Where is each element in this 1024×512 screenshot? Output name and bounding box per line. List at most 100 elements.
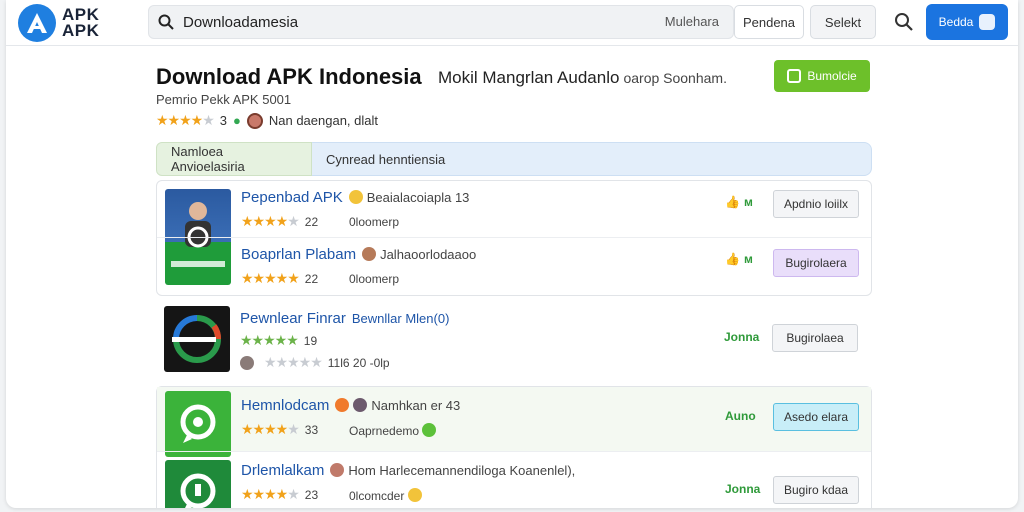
app-status: Jonna	[724, 330, 760, 344]
app-status: Jonna	[725, 482, 761, 496]
rating-text: Nan daengan, dlalt	[268, 113, 379, 128]
app-meta: Namhkan er 43	[335, 398, 460, 413]
app-window: APK APK Mulehara Pendena Selekt Bedda Do…	[6, 0, 1018, 508]
rating-count: 23	[304, 487, 319, 502]
app-action-button[interactable]: Bugirolaea	[772, 324, 858, 352]
app-subtext: Oaprnedemo	[349, 423, 440, 438]
logo[interactable]: APK APK	[18, 4, 99, 42]
rating-stars-icon: ★★★★★	[264, 354, 323, 370]
app-title[interactable]: Pepenbad APK Beaialacoiapla 13	[241, 189, 469, 206]
app-title[interactable]: Pewnlear Finrar Bewnllar Mlen(0)	[240, 310, 449, 327]
app-title[interactable]: Hemnlodcam Namhkan er 43	[241, 397, 460, 414]
app-title-text: Boaprlan Plabam	[241, 246, 357, 263]
logo-text: APK APK	[62, 6, 100, 40]
app-meta-text: Jalhaoorlodaaoo	[380, 247, 477, 262]
app-action-button[interactable]: Apdnio loiilx	[773, 190, 859, 218]
app-title[interactable]: Drlemlalkam Hom Harlecemannendiloga Koane…	[241, 462, 575, 479]
avatar	[240, 355, 254, 370]
app-meta-text: Bewnllar Mlen(0)	[351, 311, 450, 326]
app-rating: ★★★★★ 33	[241, 421, 318, 438]
app-thumbnail	[165, 460, 231, 508]
app-rating: ★★★★★ 22	[241, 270, 318, 287]
page-tagline-text: Mokil Mangrlan Audanlo	[438, 68, 620, 87]
app-meta-text: Namhkan er 43	[371, 398, 461, 413]
rating-stars-icon: ★★★★★	[156, 112, 215, 128]
list-item[interactable]: Pepenbad APK Beaialacoiapla 13 ★★★★★ 22 0l…	[157, 181, 871, 285]
app-status: 👍 ᴍ	[725, 252, 753, 266]
app-subtext: 0loomerp	[349, 215, 400, 229]
app-subtext-text: Oaprnedemo	[349, 424, 420, 438]
app-title-text: Hemnlodcam	[241, 397, 330, 414]
download-icon	[787, 69, 802, 83]
app-action-button[interactable]: Bugiro kdaa	[773, 476, 859, 504]
app-title-text: Pewnlear Finrar	[240, 310, 346, 327]
search-icon	[149, 14, 183, 30]
list-item[interactable]: Drlemlalkam Hom Harlecemannendiloga Koane…	[157, 451, 871, 508]
app-status-text: ᴍ	[743, 195, 753, 209]
top-bar: APK APK Mulehara Pendena Selekt Bedda	[6, 0, 1018, 46]
app-meta: Beaialacoiapla 13	[348, 190, 470, 205]
app-meta: Hom Harlecemannendiloga Koanenlel),	[330, 463, 575, 478]
app-group-1: Pepenbad APK Beaialacoiapla 13 ★★★★★ 22 0l…	[156, 180, 872, 296]
app-meta: Jalhaoorlodaaoo	[362, 247, 476, 262]
header-rating: ★★★★★ 3 ● Nan daengan, dlalt	[156, 112, 378, 129]
page-tagline-tail: oarop Soonham.	[623, 70, 727, 86]
app-status: Auno	[725, 409, 756, 423]
list-item[interactable]: Pewnlear Finrar Bewnllar Mlen(0) ★★★★★ 19 …	[156, 302, 872, 378]
app-rating: ★★★★★ 22	[241, 213, 318, 230]
logo-a-icon	[18, 4, 56, 42]
avatar	[330, 463, 345, 477]
tabs: Namloea Anvioelasiria Cynread henntiensi…	[156, 142, 872, 176]
rating-stars-icon: ★★★★★	[241, 213, 300, 229]
app-rating: ★★★★★ 19	[240, 332, 317, 349]
avatar	[246, 112, 263, 129]
app-thumbnail	[165, 391, 231, 457]
app-status: 👍 ᴍ	[725, 195, 753, 209]
app-meta-text: Hom Harlecemannendiloga Koanenlel),	[348, 463, 576, 478]
download-cta-label: Bumolcie	[807, 69, 857, 83]
emoji-icon	[348, 190, 363, 204]
verified-icon: ●	[233, 113, 241, 128]
app-title-text: Drlemlalkam	[241, 462, 325, 479]
list-item[interactable]: Boaprlan Plabam Jalhaoorlodaaoo ★★★★★ 22 0…	[157, 237, 871, 295]
thumbs-up-icon: 👍	[725, 195, 740, 209]
app-rating: ★★★★★ 23	[241, 486, 318, 503]
emoji-icon	[422, 423, 437, 437]
logo-text-line2: APK	[62, 21, 100, 40]
chat-icon	[979, 14, 996, 30]
app-action-button[interactable]: Bugirolaera	[773, 249, 859, 277]
download-cta-button[interactable]: Bumolcie	[774, 60, 870, 92]
primary-button[interactable]: Bedda	[926, 4, 1008, 40]
page-title: Download APK Indonesia	[156, 64, 422, 89]
rating-stars-icon: ★★★★★	[240, 332, 299, 348]
page-tagline: Mokil Mangrlan Audanlo oarop Soonham.	[438, 68, 727, 88]
app-thumbnail	[164, 306, 230, 372]
search-box[interactable]: Mulehara	[148, 5, 734, 39]
app-title[interactable]: Boaprlan Plabam Jalhaoorlodaaoo	[241, 246, 476, 263]
app-subtext: 0loomerp	[349, 272, 400, 286]
app-title-text: Pepenbad APK	[241, 189, 343, 206]
pendena-button[interactable]: Pendena	[734, 5, 804, 39]
app-meta-text: Beaialacoiapla 13	[366, 190, 470, 205]
search-input[interactable]	[183, 13, 583, 31]
selekt-button[interactable]: Selekt	[810, 5, 876, 39]
app-action-button[interactable]: Asedo elara	[773, 403, 859, 431]
app-status-text: ᴍ	[743, 252, 753, 266]
app-subtext: 11l6 20 -0lp	[327, 355, 390, 370]
rating-stars-icon: ★★★★★	[241, 486, 300, 502]
rating-count: 22	[304, 214, 319, 229]
search-icon-button[interactable]	[890, 8, 918, 36]
primary-button-label: Bedda	[938, 15, 974, 29]
emoji-icon	[335, 398, 350, 412]
rating-count: 33	[304, 422, 319, 437]
search-scope-label[interactable]: Mulehara	[665, 14, 719, 29]
rating-stars-icon: ★★★★★	[241, 270, 300, 286]
tab-namloea[interactable]: Namloea Anvioelasiria	[156, 142, 312, 176]
rating-count: 19	[303, 333, 318, 348]
emoji-icon	[407, 488, 422, 502]
list-item[interactable]: Hemnlodcam Namhkan er 43 ★★★★★ 33 Oaprnede…	[157, 387, 871, 457]
avatar	[353, 398, 368, 412]
rating-stars-icon: ★★★★★	[241, 421, 300, 437]
tab-cynread[interactable]: Cynread henntiensia	[312, 142, 872, 176]
thumbs-up-icon: 👍	[725, 252, 740, 266]
